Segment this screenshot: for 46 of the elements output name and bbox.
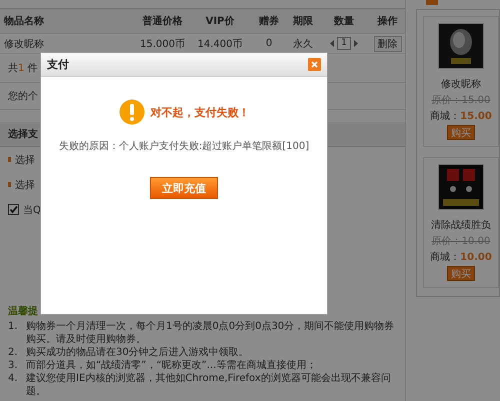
checkbox[interactable] — [8, 204, 19, 215]
table-cell-text: 14.400币 — [196, 38, 244, 50]
mall-price: 商城：10.00 — [430, 250, 492, 264]
product-name: 清除战绩胜负 — [431, 218, 491, 232]
column-header: 操作 — [376, 14, 398, 28]
mall-price: 商城：15.00 — [430, 110, 492, 123]
close-icon[interactable] — [308, 58, 321, 71]
tip-text: 购买成功的物品请在30分钟之后进入游戏中领取。 — [26, 346, 249, 359]
error-message: 对不起，支付失败！ — [150, 104, 250, 120]
list-number: 1. — [8, 320, 19, 334]
failure-reason: 失败的原因：个人账户支付失败:超过账户单笔限额[100] — [58, 140, 310, 153]
bullet-icon — [8, 182, 11, 187]
bullet-icon — [8, 157, 11, 162]
column-header: 期限 — [292, 14, 314, 28]
cart-summary: 共1 件 — [8, 62, 38, 75]
buy-button[interactable]: 购买 — [447, 266, 475, 281]
list-number: 2. — [8, 346, 19, 359]
column-header: VIP价 — [204, 14, 236, 28]
column-header: 物品名称 — [2, 14, 45, 28]
recharge-button[interactable]: 立即充值 — [150, 177, 218, 199]
tip-text: 建议您使用IE内核的浏览器，其他如Chrome,Firefox的浏览器可能会出现不兼容问题。 — [26, 372, 392, 398]
section-title: 选择支 — [8, 128, 38, 141]
delete-button[interactable]: 删除 — [374, 36, 402, 52]
original-price: 原价：15.00 — [432, 94, 490, 107]
option-label: 选择 — [15, 154, 35, 166]
checkbox-label: 当Q — [23, 204, 41, 216]
table-cell-text: 15.000币 — [139, 38, 186, 50]
account-text: 您的个 — [8, 90, 38, 103]
column-header: 普通价格 — [142, 14, 184, 28]
table-cell-text: 修改昵称 — [3, 38, 45, 50]
buy-button[interactable]: 购买 — [447, 125, 475, 140]
tip-text: 而部分道具，如“战绩清零”，“昵称更改”...等需在商城直接使用； — [26, 359, 316, 372]
column-header: 数量 — [332, 14, 355, 28]
tip-text: 购物券一个月清理一次，每个月1号的凌晨0点0分到0点30分，期间不能使用购物券购买。请及时使用购物券。 — [26, 320, 396, 346]
list-number: 4. — [8, 372, 19, 386]
column-header: 赠券 — [258, 14, 280, 28]
table-cell-text: 0 — [264, 38, 274, 49]
list-number: 3. — [8, 359, 19, 372]
product-name: 修改昵称 — [441, 78, 481, 91]
tips-title: 温馨提 — [7, 304, 39, 318]
option-label: 选择 — [15, 178, 35, 192]
warning-icon — [118, 99, 144, 125]
original-price: 原价：10.00 — [432, 235, 490, 248]
table-cell-text: 永久 — [292, 38, 314, 50]
dialog-title: 支付 — [47, 57, 69, 72]
quantity-field[interactable]: 1 — [337, 37, 351, 50]
